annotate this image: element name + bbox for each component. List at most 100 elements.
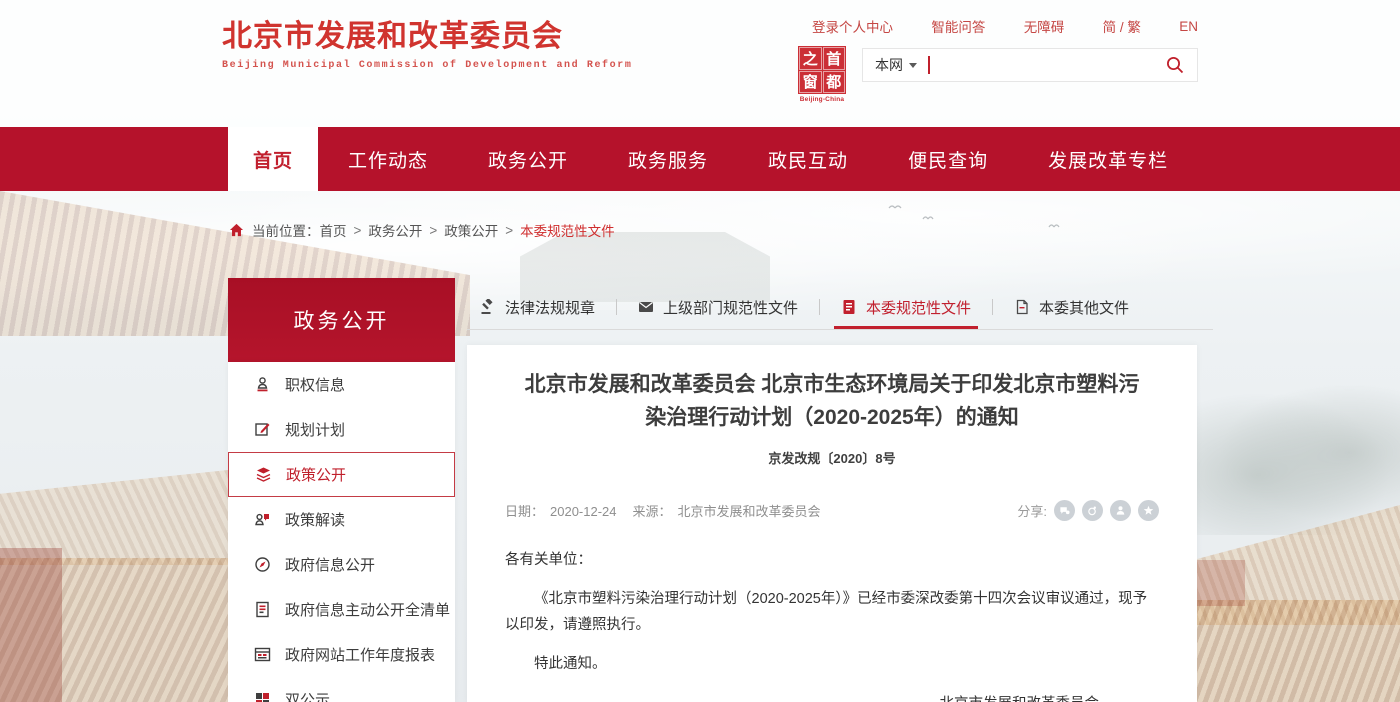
sidebar-item-dual-publicity[interactable]: 双公示	[228, 677, 455, 702]
source-value: 北京市发展和改革委员会	[678, 504, 821, 519]
tab-label: 本委其他文件	[1039, 297, 1129, 318]
sidebar-item-authority-info[interactable]: 职权信息	[228, 362, 455, 407]
sidebar-item-website-annual-report[interactable]: 政府网站工作年度报表	[228, 632, 455, 677]
article-body: 各有关单位： 《北京市塑料污染治理行动计划（2020-2025年）》已经市委深改…	[505, 547, 1159, 702]
breadcrumb: 当前位置： 首页 > 政务公开 > 政策公开 > 本委规范性文件	[229, 220, 615, 240]
breadcrumb-gov-disclosure[interactable]: 政务公开	[368, 220, 422, 240]
nav-item-ndrc-special[interactable]: 发展改革专栏	[1018, 127, 1198, 191]
sidebar-item-policy-disclosure[interactable]: 政策公开	[228, 452, 455, 497]
layers-icon	[255, 466, 273, 484]
breadcrumb-policy-disclosure[interactable]: 政策公开	[444, 220, 498, 240]
background-trees-right	[1197, 385, 1400, 535]
background-red-eave-right	[1197, 560, 1245, 606]
tab-our-other-docs[interactable]: 本委其他文件	[993, 285, 1150, 329]
tab-label: 本委规范性文件	[866, 297, 971, 318]
sidebar-item-label: 政府信息公开	[285, 554, 375, 575]
law-gavel-icon	[480, 299, 496, 315]
qq-share-icon[interactable]	[1110, 500, 1131, 521]
sidebar-title: 政务公开	[228, 278, 455, 362]
site-logo: 北京市发展和改革委员会 Beijing Municipal Commission…	[222, 20, 632, 71]
article-paragraph: 各有关单位：	[505, 547, 1159, 573]
sidebar-item-proactive-disclosure-list[interactable]: 政府信息主动公开全清单	[228, 587, 455, 632]
document-number: 京发改规〔2020〕8号	[505, 448, 1159, 467]
nav-item-public-interaction[interactable]: 政民互动	[738, 127, 878, 191]
background-roof-right-2	[1197, 600, 1400, 702]
share-bar: 分享:	[1017, 500, 1159, 521]
breadcrumb-current: 本委规范性文件	[520, 220, 615, 240]
sidebar-item-label: 职权信息	[285, 374, 345, 395]
smart-qa-link[interactable]: 智能问答	[931, 16, 985, 36]
doc-list-icon	[254, 601, 272, 619]
breadcrumb-prefix: 当前位置：	[252, 220, 320, 240]
article-meta: 日期： 2020-12-24 来源： 北京市发展和改革委员会 分享:	[505, 500, 1159, 521]
tab-superior-normative-docs[interactable]: 上级部门规范性文件	[617, 285, 819, 329]
seal-char: 都	[823, 71, 846, 94]
sidebar-item-label: 政府网站工作年度报表	[285, 644, 435, 665]
weibo-share-icon[interactable]	[1082, 500, 1103, 521]
search-bar: 本网	[862, 48, 1198, 82]
doc-copy-icon	[1014, 299, 1030, 315]
tab-label: 上级部门规范性文件	[663, 297, 798, 318]
top-utility-links: 登录个人中心 智能问答 无障碍 简 / 繁 EN	[812, 16, 1198, 36]
sidebar-item-label: 规划计划	[285, 419, 345, 440]
article-panel: 北京市发展和改革委员会 北京市生态环境局关于印发北京市塑料污染治理行动计划（20…	[467, 345, 1197, 702]
doc-pencil-icon	[254, 421, 272, 439]
capital-window-seal-logo[interactable]: 之 首 窗 都 Beijing-China	[798, 46, 846, 103]
seal-caption: Beijing-China	[798, 96, 846, 103]
tab-our-normative-docs[interactable]: 本委规范性文件	[820, 285, 992, 329]
nav-item-gov-services[interactable]: 政务服务	[598, 127, 738, 191]
envelope-doc-icon	[638, 299, 654, 315]
article-signature: 北京市发展和改革委员会	[505, 691, 1159, 702]
english-link[interactable]: EN	[1179, 19, 1198, 34]
search-input[interactable]	[930, 57, 1165, 73]
background-roof-left-2	[0, 558, 228, 702]
seal-icon: 之 首 窗 都	[798, 46, 846, 94]
search-scope-label: 本网	[875, 55, 903, 75]
source-label: 来源：	[633, 504, 672, 519]
article-title: 北京市发展和改革委员会 北京市生态环境局关于印发北京市塑料污染治理行动计划（20…	[505, 369, 1159, 434]
search-scope-dropdown[interactable]: 本网	[875, 55, 917, 75]
seal-char: 窗	[799, 71, 822, 94]
tabs-divider-line	[467, 329, 1213, 330]
seal-char: 之	[799, 47, 822, 70]
person-dialog-icon	[254, 511, 272, 529]
seal-char: 首	[823, 47, 846, 70]
wechat-share-icon[interactable]	[1054, 500, 1075, 521]
sidebar-item-label: 双公示	[285, 689, 330, 702]
qzone-share-icon[interactable]	[1138, 500, 1159, 521]
article-meta-left: 日期： 2020-12-24 来源： 北京市发展和改革委员会	[505, 501, 827, 520]
sidebar-item-planning[interactable]: 规划计划	[228, 407, 455, 452]
search-button[interactable]	[1165, 55, 1185, 75]
home-icon[interactable]	[229, 223, 244, 237]
nav-item-home[interactable]: 首页	[228, 127, 318, 191]
simplified-traditional-link[interactable]: 简 / 繁	[1103, 16, 1141, 36]
page: 北京市发展和改革委员会 Beijing Municipal Commission…	[0, 0, 1400, 702]
report-window-icon	[254, 646, 272, 664]
compass-icon	[254, 556, 272, 574]
sidebar-item-gov-info-disclosure[interactable]: 政府信息公开	[228, 542, 455, 587]
nav-item-work-news[interactable]: 工作动态	[318, 127, 458, 191]
chevron-down-icon	[909, 63, 917, 68]
breadcrumb-separator: >	[505, 223, 513, 238]
breadcrumb-home[interactable]: 首页	[320, 220, 347, 240]
article-paragraph: 特此通知。	[505, 651, 1159, 677]
nav-item-convenience-inquiry[interactable]: 便民查询	[878, 127, 1018, 191]
site-title: 北京市发展和改革委员会	[222, 20, 632, 53]
share-label: 分享:	[1017, 501, 1047, 520]
article-paragraph: 《北京市塑料污染治理行动计划（2020-2025年）》已经市委深改委第十四次会议…	[505, 586, 1159, 638]
date-label: 日期：	[505, 504, 544, 519]
accessibility-link[interactable]: 无障碍	[1024, 16, 1065, 36]
login-personal-center-link[interactable]: 登录个人中心	[812, 16, 893, 36]
tab-laws-regulations[interactable]: 法律法规规章	[467, 285, 616, 329]
background-roof-right-1	[1197, 505, 1400, 625]
sidebar-item-label: 政府信息主动公开全清单	[285, 599, 450, 620]
nav-item-gov-disclosure[interactable]: 政务公开	[458, 127, 598, 191]
stamp-icon	[254, 376, 272, 394]
tab-label: 法律法规规章	[505, 297, 595, 318]
breadcrumb-separator: >	[429, 223, 437, 238]
sidebar-item-policy-interpretation[interactable]: 政策解读	[228, 497, 455, 542]
bird-icon	[888, 203, 902, 209]
document-type-tabs: 法律法规规章 上级部门规范性文件 本委规范性文件 本委其他文件	[467, 285, 1213, 329]
background-roof-left-1	[0, 470, 228, 565]
date-value: 2020-12-24	[550, 504, 617, 519]
